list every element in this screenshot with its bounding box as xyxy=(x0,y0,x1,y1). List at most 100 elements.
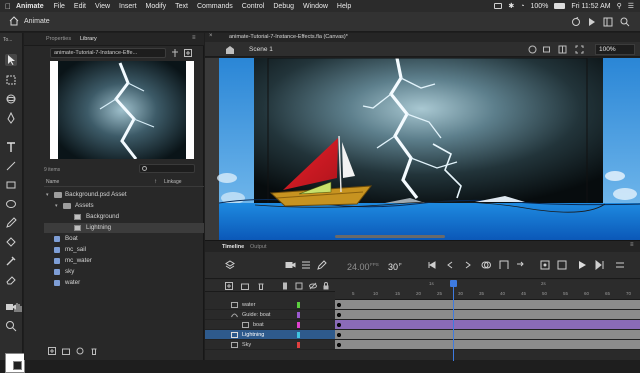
delete-layer-icon[interactable] xyxy=(257,282,265,290)
step-back-icon[interactable] xyxy=(446,261,454,269)
sort-icon[interactable]: ↑ xyxy=(154,179,157,185)
battery-icon[interactable] xyxy=(554,3,566,9)
keyframe[interactable] xyxy=(337,313,341,317)
zoom-select[interactable]: 100% xyxy=(595,44,635,55)
menu-view[interactable]: View xyxy=(95,3,110,10)
go-first-frame-icon[interactable] xyxy=(428,261,436,269)
layer-color-swatch[interactable] xyxy=(297,312,300,318)
library-item-mc-sail[interactable]: mc_sail xyxy=(44,245,204,255)
layer-water[interactable]: water xyxy=(205,300,335,310)
camera-icon[interactable] xyxy=(285,260,296,270)
layers-icon[interactable] xyxy=(225,260,235,270)
stroke-color-swatch[interactable] xyxy=(13,361,22,370)
frame-size-icon[interactable] xyxy=(615,260,625,270)
layer-boat[interactable]: boat xyxy=(205,320,335,330)
keyframe[interactable] xyxy=(337,323,341,327)
new-layer-icon[interactable] xyxy=(225,282,233,290)
keyframe[interactable] xyxy=(337,343,341,347)
menu-edit[interactable]: Edit xyxy=(74,3,86,10)
close-icon[interactable]: × xyxy=(209,33,213,39)
line-tool-icon[interactable] xyxy=(5,160,17,172)
scene-label[interactable]: Scene 1 xyxy=(249,46,273,53)
free-transform-tool-icon[interactable] xyxy=(5,74,17,86)
pen-tool-icon[interactable] xyxy=(5,112,17,124)
pin-icon[interactable] xyxy=(171,49,179,57)
oval-tool-icon[interactable] xyxy=(5,198,17,210)
frames-sky[interactable] xyxy=(335,340,640,350)
sync-icon[interactable] xyxy=(571,17,581,27)
scene-icon[interactable] xyxy=(225,45,235,55)
layer-color-swatch[interactable] xyxy=(297,332,300,338)
library-item-mc-water[interactable]: mc_water xyxy=(44,256,204,266)
fps-value[interactable]: 24.00 xyxy=(347,262,370,272)
paint-bucket-tool-icon[interactable] xyxy=(5,236,17,248)
properties-icon[interactable] xyxy=(76,347,84,355)
lock-icon[interactable] xyxy=(322,282,330,290)
expand-caret-icon[interactable]: ▾ xyxy=(46,190,49,200)
outline-layers-icon[interactable] xyxy=(295,282,303,290)
search-help-icon[interactable] xyxy=(620,17,630,27)
hand-tool-icon[interactable] xyxy=(13,301,22,313)
frames-lightning[interactable] xyxy=(335,330,640,340)
app-menu[interactable]: Animate xyxy=(16,3,44,10)
layer-guide-boat[interactable]: Guide: boat xyxy=(205,310,335,320)
library-item-sky[interactable]: sky xyxy=(44,267,204,277)
panel-menu-icon[interactable]: ≡ xyxy=(630,242,634,248)
library-item-background-psd-asset[interactable]: ▾ Background.psd Asset xyxy=(44,190,204,200)
go-last-frame-icon[interactable] xyxy=(595,260,605,270)
library-item-background[interactable]: Background xyxy=(44,212,204,222)
selection-tool-icon[interactable] xyxy=(5,54,17,66)
library-item-assets[interactable]: ▾ Assets xyxy=(44,201,204,211)
apple-menu-icon[interactable]:  xyxy=(0,2,16,11)
menu-modify[interactable]: Modify xyxy=(146,3,167,10)
rectangle-tool-icon[interactable] xyxy=(5,179,17,191)
layer-depth-icon[interactable] xyxy=(301,260,311,270)
home-icon[interactable] xyxy=(9,16,19,26)
current-frame[interactable]: 30 xyxy=(388,262,398,272)
text-tool-icon[interactable] xyxy=(5,141,17,153)
eye-icon[interactable] xyxy=(309,282,317,290)
new-symbol-icon[interactable] xyxy=(48,347,56,355)
layer-color-swatch[interactable] xyxy=(297,302,300,308)
edit-symbols-icon[interactable] xyxy=(528,45,537,54)
3d-rotation-tool-icon[interactable] xyxy=(5,93,17,105)
layer-color-swatch[interactable] xyxy=(297,342,300,348)
screen-icon[interactable] xyxy=(494,3,503,9)
tab-timeline[interactable]: Timeline xyxy=(222,244,244,250)
zoom-tool-icon[interactable] xyxy=(5,320,17,332)
highlight-layers-icon[interactable] xyxy=(281,282,289,290)
menu-insert[interactable]: Insert xyxy=(119,3,137,10)
fit-stage-icon[interactable] xyxy=(575,45,584,54)
tab-output[interactable]: Output xyxy=(250,244,267,250)
control-center-icon[interactable]: ☰ xyxy=(628,2,634,10)
tab-properties[interactable]: Properties xyxy=(46,36,71,42)
menu-window[interactable]: Window xyxy=(303,3,328,10)
delete-icon[interactable] xyxy=(90,347,98,355)
layer-sky[interactable]: Sky xyxy=(205,340,335,350)
menu-control[interactable]: Control xyxy=(242,3,265,10)
wifi-icon[interactable]: ◔ xyxy=(520,3,524,10)
clock[interactable]: Fri 11:52 AM xyxy=(571,3,610,10)
column-name[interactable]: Name xyxy=(46,179,59,185)
library-item-lightning[interactable]: Lightning xyxy=(44,223,204,233)
insert-keyframe-icon[interactable] xyxy=(540,260,550,270)
loop-icon[interactable] xyxy=(515,260,525,270)
layer-lightning[interactable]: Lightning xyxy=(205,330,335,340)
stage-artwork[interactable] xyxy=(205,58,640,240)
library-search-input[interactable] xyxy=(139,164,195,173)
expand-caret-icon[interactable]: ▾ xyxy=(55,201,58,211)
frames-water[interactable] xyxy=(335,300,640,310)
frames-boat[interactable] xyxy=(335,320,640,330)
menu-help[interactable]: Help xyxy=(337,3,351,10)
keyframe[interactable] xyxy=(337,333,341,337)
onion-skin-icon[interactable] xyxy=(481,260,491,270)
keyframe[interactable] xyxy=(337,303,341,307)
camera-icon[interactable] xyxy=(543,45,552,54)
new-library-panel-icon[interactable] xyxy=(184,49,192,57)
snap-icon[interactable] xyxy=(558,45,567,54)
edit-multiple-icon[interactable] xyxy=(317,260,327,270)
layer-color-swatch[interactable] xyxy=(297,322,300,328)
pencil-tool-icon[interactable] xyxy=(5,217,17,229)
panel-menu-icon[interactable]: ≡ xyxy=(192,35,196,41)
playhead[interactable] xyxy=(453,280,454,361)
